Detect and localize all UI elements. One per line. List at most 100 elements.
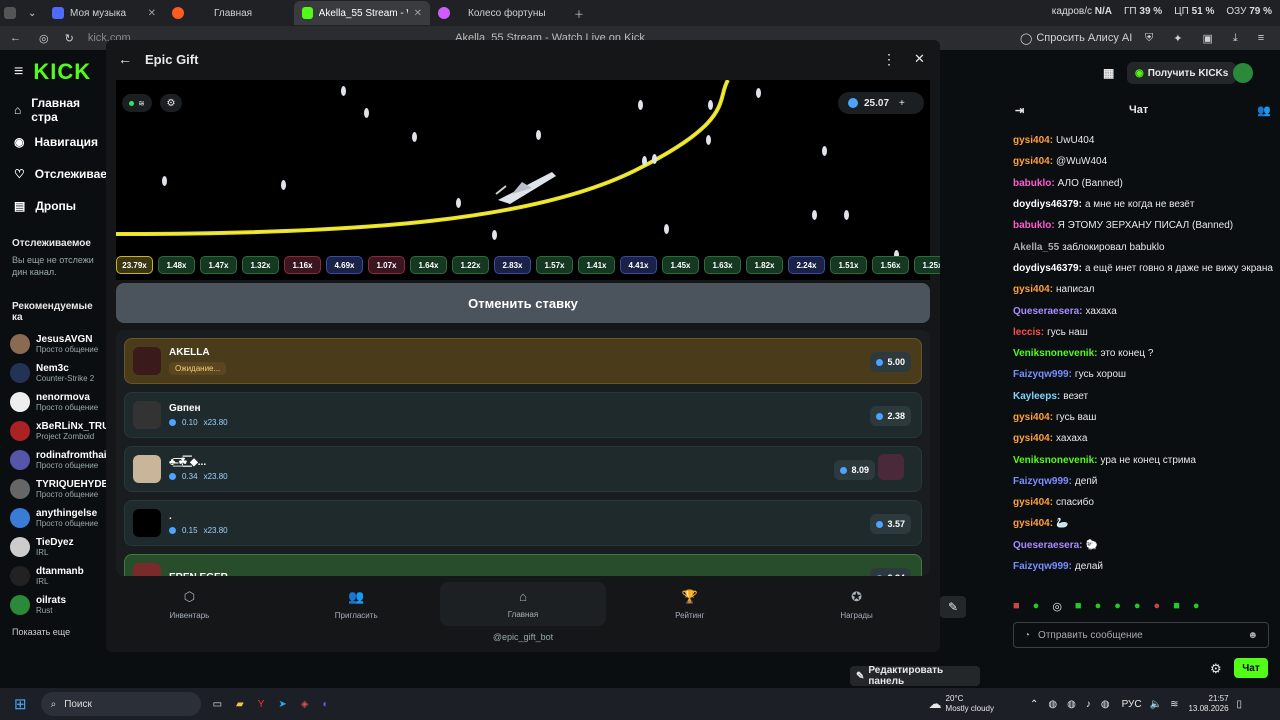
recommended-channel[interactable]: nenormova Просто общение [0,387,106,416]
nav-rewards[interactable]: ✪ Награды [773,576,940,632]
users-icon[interactable]: 👥 [1257,104,1271,117]
chat-username[interactable]: gysi404: [1013,156,1053,167]
speaker-icon[interactable]: 🔈 [1150,699,1162,710]
chat-username[interactable]: Akella_55 [1013,242,1059,253]
more-vert-icon[interactable]: ⋮ [882,51,896,68]
tray-app-icon[interactable]: ◍ [1067,699,1076,710]
language-indicator[interactable]: РУС [1122,699,1142,710]
recommended-channel[interactable]: TYRIQUEHYDE Просто общение [0,474,108,503]
nav-invite-users[interactable]: 👥 Пригласить [273,576,440,632]
tab-wheel[interactable]: Колесо фортуны [430,1,566,25]
chat-send-button[interactable]: Чат [1234,658,1268,678]
nav-home[interactable]: ⌂ Главная [439,582,607,626]
chat-username[interactable]: Faizyqw999: [1013,369,1072,380]
chat-username[interactable]: gysi404: [1013,135,1053,146]
tab-home[interactable]: Главная [164,1,294,25]
chat-settings-gear-icon[interactable]: ⚙ [1210,661,1222,677]
steam-icon[interactable]: ◈ [301,699,309,710]
chat-username[interactable]: Faizyqw999: [1013,561,1072,572]
edit-panel-button[interactable]: ✎ Редактировать панель [850,665,980,687]
chat-username[interactable]: doydiys46379: [1013,263,1082,274]
emote-icon[interactable]: ■ [1173,600,1180,614]
chat-username[interactable]: Faizyqw999: [1013,476,1072,487]
recommended-channel[interactable]: oilrats Rust [0,590,106,619]
nav-trophy[interactable]: 🏆 Рейтинг [606,576,773,632]
nav-drops[interactable]: ▤ Дропы [0,190,106,222]
tab-list-chevron-icon[interactable]: ⌄ [24,1,44,25]
shield-check-icon[interactable]: ⛨ [1145,32,1153,45]
cards-icon[interactable]: ▦ [1103,66,1114,80]
taskbar-search[interactable]: ⌕ Поиск [40,692,201,716]
alice-button[interactable]: ◯ Спросить Алису AI [1020,32,1132,45]
notifications-icon[interactable]: ▯ [1237,699,1243,710]
emote-icon[interactable]: ◎ [1052,600,1062,614]
extensions-icon[interactable]: ✦ [1173,32,1182,45]
chat-username[interactable]: gysi404: [1013,284,1053,295]
chat-input[interactable]: ◔ Отправить сообщение ☻ [1013,622,1269,648]
recommended-channel[interactable]: anythingelse Просто общение [0,503,106,532]
new-tab-button[interactable]: ＋ [566,1,586,25]
emote-icon[interactable]: ● [1193,600,1200,614]
chat-username[interactable]: doydiys46379: [1013,199,1082,210]
chat-username[interactable]: gysi404: [1013,518,1053,529]
download-icon[interactable]: ⤓ [1233,32,1238,45]
chat-username[interactable]: Veniksnonevenik: [1013,348,1097,359]
wifi-icon[interactable]: ≋ [1170,699,1178,710]
settings-gear-icon[interactable]: ⚙ [160,94,182,112]
recommended-channel[interactable]: JesusAVGN Просто общение [0,329,106,358]
microphone-icon[interactable]: ♪ [1086,699,1091,710]
emote-icon[interactable]: ■ [1075,600,1082,614]
windows-start-icon[interactable]: ⊞ [14,695,27,713]
tab-actions-button[interactable] [0,1,24,25]
cancel-bet-button[interactable]: Отменить ставку [116,283,930,323]
get-kicks-button[interactable]: ◉ Получить KICKs [1127,62,1237,84]
emote-icon[interactable]: ● [1154,600,1161,614]
chat-username[interactable]: gysi404: [1013,412,1053,423]
emoji-icon[interactable]: ☻ [1247,630,1258,641]
telegram-icon[interactable]: ➤ [278,699,286,710]
menu-icon[interactable]: ≡ [1258,32,1264,45]
task-view-icon[interactable]: ▭ [213,699,222,710]
emote-icon[interactable]: ● [1114,600,1121,614]
chat-username[interactable]: Queseraesera: [1013,540,1083,551]
emote-icon[interactable]: ■ [1013,600,1020,614]
back-arrow-icon[interactable]: ← [118,51,132,67]
recommended-channel[interactable]: rodinafromthai Просто общение [0,445,107,474]
file-explorer-icon[interactable]: ▰ [236,699,244,710]
discord-icon[interactable]: ◐ [323,699,329,710]
chat-username[interactable]: babuklo: [1013,178,1055,189]
tray-chevron-icon[interactable]: ⌃ [1030,699,1038,710]
emote-icon[interactable]: ● [1095,600,1102,614]
recommended-channel[interactable]: dtanmanb IRL [0,561,106,590]
close-icon[interactable]: ✕ [414,8,422,19]
add-balance-button[interactable]: + [899,98,905,109]
user-avatar[interactable] [1233,63,1253,83]
close-icon[interactable]: ✕ [914,51,925,67]
chat-username[interactable]: babuklo: [1013,220,1055,231]
tray-app-icon[interactable]: ◍ [1048,699,1057,710]
pip-icon[interactable]: ▣ [1202,32,1212,45]
collapse-chat-icon[interactable]: ⇥ [1015,104,1024,117]
tray-app-icon[interactable]: ◍ [1101,699,1110,710]
nav-following[interactable]: ♡ Отслеживае [0,158,107,190]
chat-username[interactable]: gysi404: [1013,433,1053,444]
nav-browse[interactable]: ◉ Навигация [0,126,106,158]
nav-inventory-cube[interactable]: ⬡ Инвентарь [106,576,273,632]
tab-kick-stream[interactable]: Akella_55 Stream - Watc✕ [294,1,430,25]
clock[interactable]: 21:57 13.08.2026 [1188,694,1228,714]
chat-username[interactable]: leccis: [1013,327,1044,338]
weather-widget[interactable]: 20°C Mostly cloudy [946,694,994,714]
hamburger-icon[interactable]: ≡ [14,63,23,81]
close-icon[interactable]: ✕ [148,8,156,19]
show-more-link[interactable]: Показать еще [0,619,106,645]
emote-icon[interactable]: ● [1033,600,1040,614]
tab-music[interactable]: Моя музыка ✕ [44,1,164,25]
kick-logo[interactable]: KICK [33,59,91,85]
emote-icon[interactable]: ● [1134,600,1141,614]
edit-pencil-icon[interactable]: ✎ [940,596,966,618]
chat-username[interactable]: Veniksnonevenik: [1013,455,1097,466]
chat-username[interactable]: Queseraesera: [1013,306,1083,317]
chat-username[interactable]: gysi404: [1013,497,1053,508]
yandex-browser-icon[interactable]: Y [258,699,265,710]
recommended-channel[interactable]: Nem3c Counter-Strike 2 [0,358,106,387]
